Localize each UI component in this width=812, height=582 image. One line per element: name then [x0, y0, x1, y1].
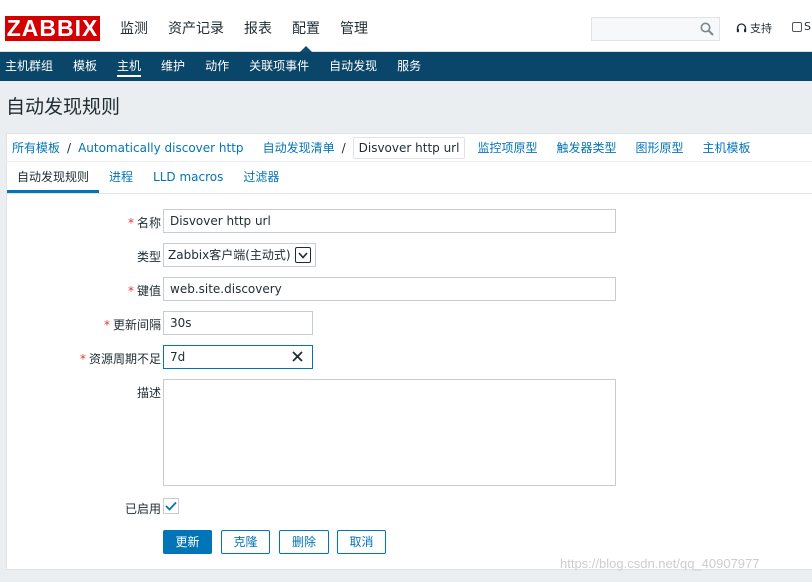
checkmark-icon [165, 501, 177, 511]
sub-nav-services[interactable]: 服务 [391, 52, 427, 81]
key-input[interactable]: web.site.discovery [163, 277, 616, 301]
sub-nav: 主机群组 模板 主机 维护 动作 关联项事件 自动发现 服务 [0, 52, 812, 81]
share-label: S [804, 20, 811, 33]
form-panel: * 名称 Disvover http url 类型 Zabbix客户端(主动式) … [6, 194, 812, 570]
cancel-button[interactable]: 取消 [337, 530, 386, 554]
breadcrumb-template[interactable]: Automatically discover http [78, 141, 244, 155]
breadcrumb: 所有模板 / Automatically discover http 自动发现清… [6, 133, 812, 161]
type-label: 类型 [136, 250, 161, 264]
share-icon [792, 21, 802, 32]
interval-input[interactable]: 30s [163, 311, 313, 335]
breadcrumb-current-rule[interactable]: Disvover http url [352, 136, 466, 159]
sub-nav-event-correlation[interactable]: 关联项事件 [243, 52, 315, 81]
update-button[interactable]: 更新 [163, 530, 212, 554]
breadcrumb-all-templates[interactable]: 所有模板 [12, 139, 60, 156]
breadcrumb-item-prototypes[interactable]: 监控项原型 [477, 139, 537, 156]
required-mark: * [127, 284, 134, 298]
enabled-checkbox[interactable] [163, 498, 179, 514]
description-label: 描述 [136, 386, 161, 400]
sub-nav-host-groups[interactable]: 主机群组 [0, 52, 59, 81]
required-mark: * [127, 216, 134, 230]
top-nav: 监测 资产记录 报表 配置 管理 [110, 0, 378, 52]
top-nav-inventory[interactable]: 资产记录 [158, 0, 234, 52]
type-selected-value: Zabbix客户端(主动式) [168, 248, 291, 262]
name-input[interactable]: Disvover http url [163, 209, 616, 233]
top-nav-reports[interactable]: 报表 [234, 0, 282, 52]
delete-button[interactable]: 删除 [279, 530, 329, 554]
headset-icon [736, 22, 747, 32]
key-label: * 键值 [127, 284, 161, 298]
breadcrumb-discovery-list[interactable]: 自动发现清单 [263, 139, 335, 156]
top-nav-configuration[interactable]: 配置 [282, 0, 330, 52]
clear-icon[interactable] [291, 350, 304, 363]
top-bar: ZABBIX 监测 资产记录 报表 配置 管理 支持 S [0, 0, 812, 52]
breadcrumb-separator: / [341, 140, 346, 155]
watermark: https://blog.csdn.net/qq_40907977 [560, 556, 760, 571]
form-tabs: 自动发现规则 进程 LLD macros 过滤器 [6, 162, 812, 194]
clone-button[interactable]: 克隆 [221, 530, 270, 554]
support-label: 支持 [750, 22, 772, 35]
description-textarea[interactable] [163, 379, 616, 486]
tab-lld-macros[interactable]: LLD macros [143, 161, 233, 193]
top-nav-administration[interactable]: 管理 [330, 0, 378, 52]
sub-nav-discovery[interactable]: 自动发现 [323, 52, 383, 81]
lifetime-value: 7d [170, 350, 186, 364]
breadcrumb-host-prototypes[interactable]: 主机模板 [703, 139, 751, 156]
search-icon[interactable] [700, 22, 714, 36]
breadcrumb-graph-prototypes[interactable]: 图形原型 [635, 139, 683, 156]
sub-nav-maintenance[interactable]: 维护 [155, 52, 191, 81]
chevron-down-icon[interactable] [294, 247, 311, 263]
breadcrumb-separator: / [67, 140, 72, 155]
tab-discovery-rule[interactable]: 自动发现规则 [7, 161, 100, 193]
tab-filters[interactable]: 过滤器 [233, 161, 289, 193]
sub-nav-hosts[interactable]: 主机 [111, 52, 147, 81]
search-input[interactable] [592, 18, 697, 40]
name-label: * 名称 [127, 216, 161, 230]
breadcrumb-trigger-prototypes[interactable]: 触发器类型 [556, 139, 616, 156]
required-mark: * [103, 318, 110, 332]
page-title: 自动发现规则 [6, 96, 121, 118]
lifetime-label: * 资源周期不足 [79, 352, 161, 366]
sub-nav-actions[interactable]: 动作 [199, 52, 235, 81]
support-link[interactable]: 支持 [736, 20, 772, 36]
share-link[interactable]: S [792, 20, 811, 33]
type-select[interactable]: Zabbix客户端(主动式) [163, 243, 316, 267]
enabled-label: 已启用 [124, 502, 161, 516]
interval-label: * 更新间隔 [103, 318, 161, 332]
tab-preprocessing[interactable]: 进程 [99, 161, 143, 193]
lifetime-input[interactable]: 7d [163, 345, 313, 369]
sub-nav-templates[interactable]: 模板 [67, 52, 103, 81]
required-mark: * [79, 352, 86, 366]
search-box [591, 17, 720, 41]
zabbix-logo[interactable]: ZABBIX [5, 16, 100, 41]
top-nav-monitoring[interactable]: 监测 [110, 0, 158, 52]
